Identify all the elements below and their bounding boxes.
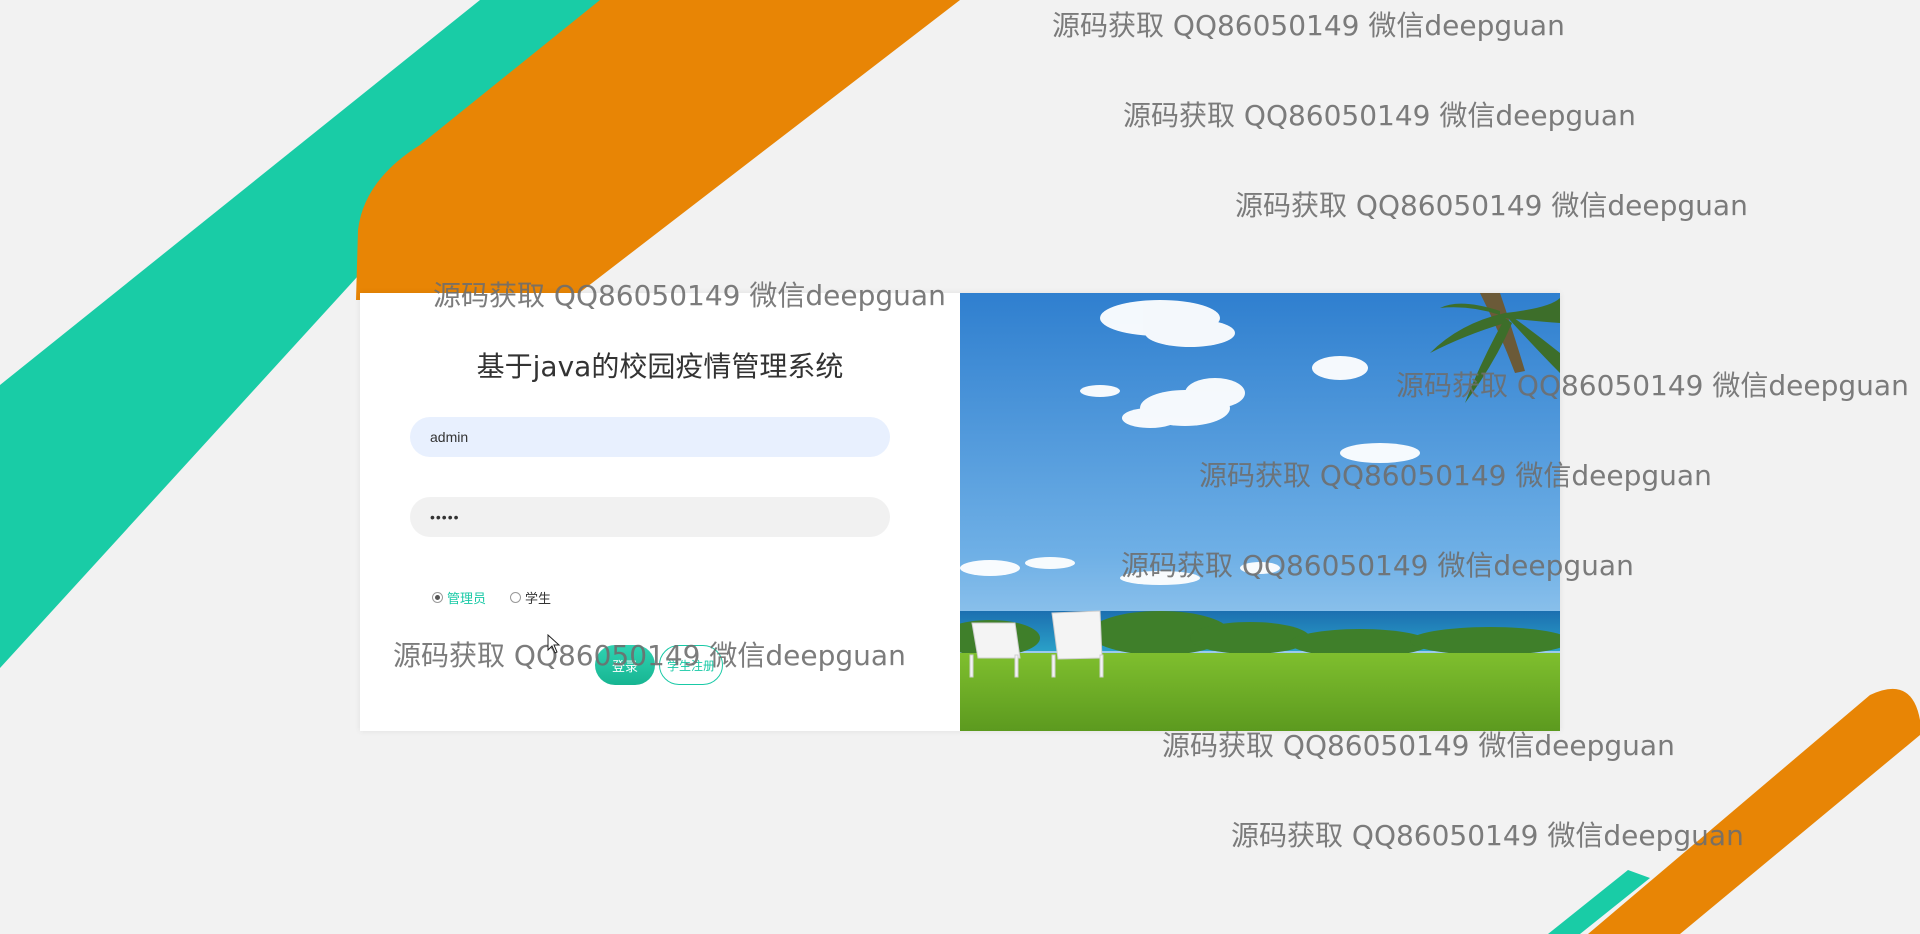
- password-input[interactable]: [410, 497, 890, 537]
- register-button[interactable]: 学生注册: [659, 645, 723, 685]
- radio-checked-icon[interactable]: [432, 592, 443, 603]
- role-label-student: 学生: [525, 591, 552, 606]
- radio-unchecked-icon[interactable]: [510, 592, 522, 603]
- role-option-admin[interactable]: 管理员: [432, 588, 486, 607]
- page-title: 基于java的校园疫情管理系统: [476, 350, 844, 383]
- orange-stripe-bottom: [1588, 688, 1920, 934]
- username-input[interactable]: [410, 417, 890, 457]
- role-option-student[interactable]: 学生: [510, 588, 551, 607]
- role-label-admin: 管理员: [447, 591, 487, 606]
- login-card: 基于java的校园疫情管理系统 管理员 学生 登录 学生注册: [360, 293, 1560, 731]
- role-selector: 管理员 学生: [432, 588, 551, 607]
- login-button[interactable]: 登录: [595, 645, 655, 685]
- mouse-pointer-icon: [547, 634, 561, 654]
- action-buttons: 登录 学生注册: [595, 645, 723, 685]
- login-form: 基于java的校园疫情管理系统 管理员 学生 登录 学生注册: [360, 293, 960, 731]
- login-page: 基于java的校园疫情管理系统 管理员 学生 登录 学生注册: [0, 0, 1920, 934]
- beach-scene-image: [960, 293, 1560, 731]
